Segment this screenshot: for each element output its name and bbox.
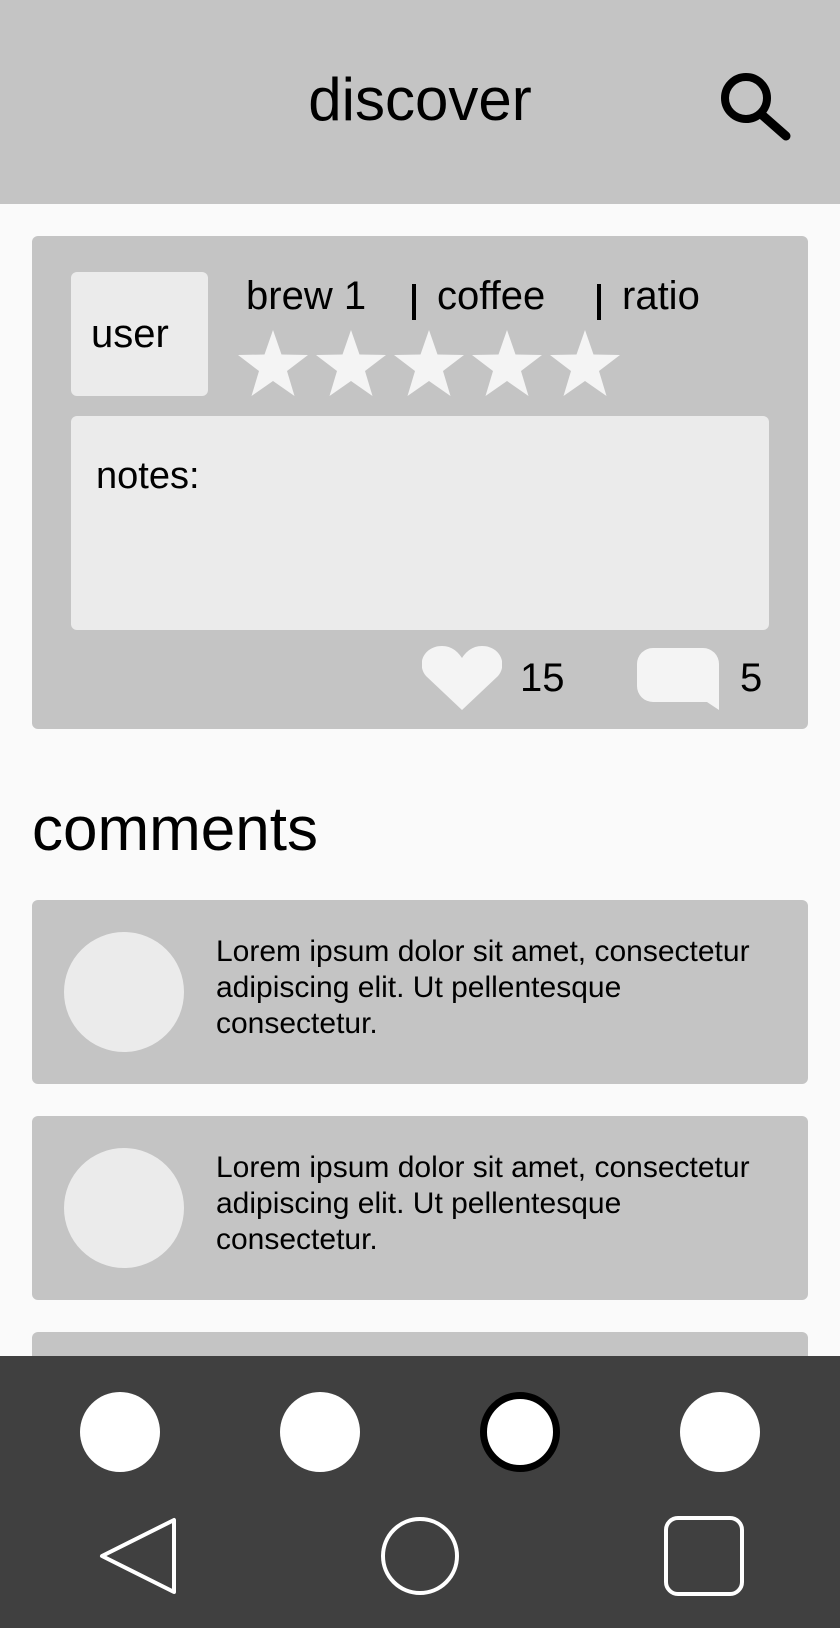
comment-bubble-icon: [637, 648, 719, 710]
user-avatar[interactable]: user: [71, 272, 208, 396]
comment-text: Lorem ipsum dolor sit amet, consectetur …: [216, 1151, 750, 1256]
nav-tab-3-active[interactable]: [480, 1392, 560, 1472]
coffee-label: coffee: [437, 274, 546, 318]
user-label: user: [91, 312, 169, 356]
commenter-avatar[interactable]: [64, 932, 184, 1052]
nav-tab-2[interactable]: [280, 1392, 360, 1472]
like-button[interactable]: [421, 646, 503, 710]
app-header: discover: [0, 0, 840, 204]
page-title: discover: [308, 66, 532, 133]
notes-label: notes:: [96, 455, 200, 497]
star-icon[interactable]: [238, 330, 308, 396]
nav-tab-4[interactable]: [680, 1392, 760, 1472]
nav-tab-1[interactable]: [80, 1392, 160, 1472]
comment-item[interactable]: Lorem ipsum dolor sit amet, consectetur …: [32, 1116, 808, 1300]
back-triangle-icon: [100, 1518, 176, 1594]
commenter-avatar[interactable]: [64, 1148, 184, 1268]
brew-name: brew 1: [246, 274, 367, 318]
ratio-label: ratio: [622, 274, 700, 318]
search-icon: [721, 73, 791, 141]
comment-item[interactable]: Lorem ipsum dolor sit amet, consectetur …: [32, 900, 808, 1084]
star-icon[interactable]: [316, 330, 386, 396]
comments-heading: comments: [32, 795, 318, 864]
comment-button[interactable]: [637, 648, 721, 712]
recents-square-icon: [664, 1516, 744, 1596]
brew-post-card[interactable]: user brew 1 coffee ratio notes: 15 5: [32, 236, 808, 729]
like-count: 15: [520, 656, 565, 700]
star-icon[interactable]: [550, 330, 620, 396]
recents-button[interactable]: [664, 1516, 744, 1596]
star-icon[interactable]: [394, 330, 464, 396]
star-icon[interactable]: [472, 330, 542, 396]
home-circle-icon: [381, 1517, 459, 1595]
back-button[interactable]: [96, 1516, 180, 1596]
comment-text: Lorem ipsum dolor sit amet, consectetur …: [216, 935, 750, 1040]
heart-icon: [421, 646, 503, 710]
bottom-navigation: [0, 1356, 840, 1628]
notes-box[interactable]: notes:: [71, 416, 769, 630]
meta-divider: [412, 284, 416, 320]
home-button[interactable]: [380, 1516, 460, 1596]
meta-divider: [597, 284, 601, 320]
comment-count: 5: [740, 656, 763, 700]
search-button[interactable]: [716, 66, 800, 150]
